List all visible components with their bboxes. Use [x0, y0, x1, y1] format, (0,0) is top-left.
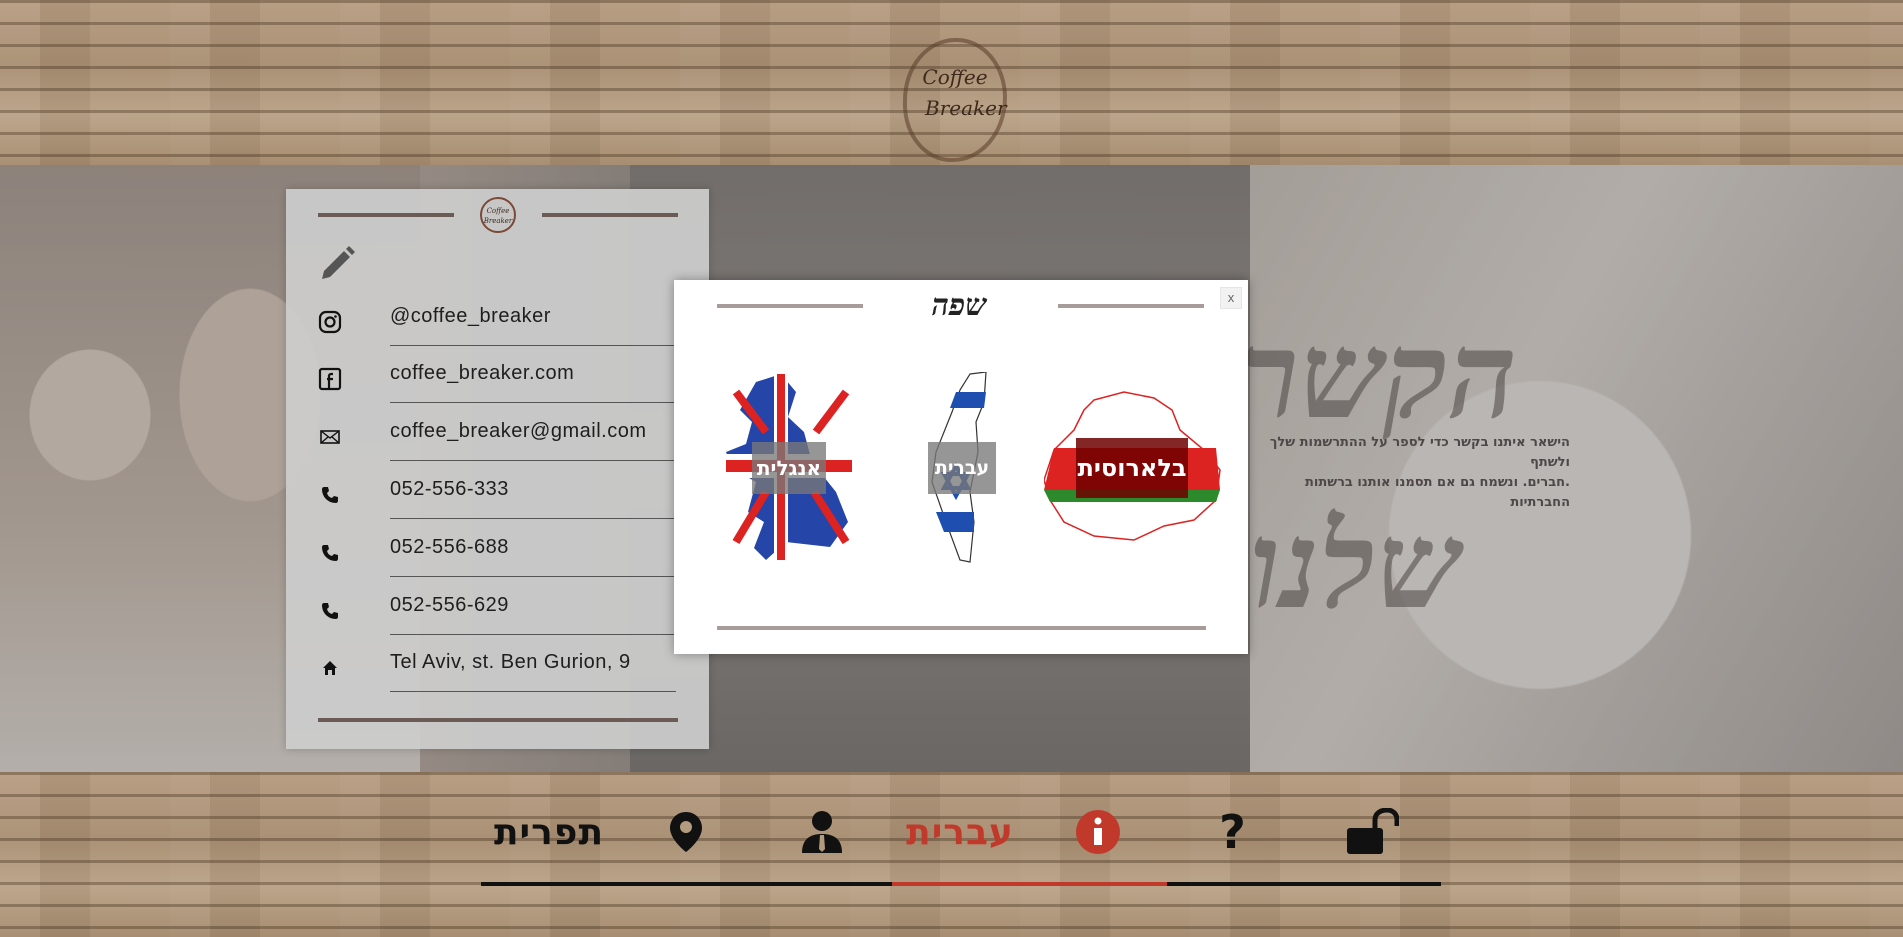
modal-divider-right — [1058, 304, 1204, 308]
row-divider — [390, 518, 676, 519]
language-option-english[interactable]: אנגלית — [726, 372, 852, 562]
logo-line-2: Breaker — [925, 96, 1007, 120]
header-bar: Coffee Breaker — [0, 0, 1903, 165]
contact-row-instagram[interactable]: @coffee_breaker — [286, 293, 709, 351]
mail-icon — [317, 424, 343, 450]
close-button[interactable]: x — [1220, 287, 1242, 309]
nav-language[interactable]: עברית — [906, 807, 1013, 857]
contact-row-phone-1[interactable]: 052-556-333 — [286, 466, 709, 524]
row-divider — [390, 345, 676, 346]
card-logo: Coffee Breaker — [480, 197, 516, 233]
nav-underline-active — [892, 882, 1167, 886]
nav-underline-left — [481, 882, 892, 886]
contact-row-phone-2[interactable]: 052-556-688 — [286, 524, 709, 582]
info-icon — [1076, 810, 1120, 854]
card-divider-left — [318, 213, 454, 217]
nav-location[interactable] — [664, 807, 708, 857]
language-option-hebrew[interactable]: עברית — [926, 372, 996, 564]
contact-text: 052-556-629 — [390, 594, 509, 616]
contact-row-email[interactable]: coffee_breaker@gmail.com — [286, 408, 709, 466]
card-logo-line-1: Coffee — [486, 207, 510, 215]
card-divider-right — [542, 213, 678, 217]
row-divider — [390, 634, 676, 635]
card-logo-line-2: Breaker — [483, 217, 513, 225]
phone-icon — [317, 540, 343, 566]
phone-icon — [317, 482, 343, 508]
contact-row-address[interactable]: Tel Aviv, st. Ben Gurion, 9 — [286, 639, 709, 697]
modal-title: שפה — [931, 288, 987, 323]
nav-info[interactable] — [1074, 807, 1122, 857]
contact-text: coffee_breaker@gmail.com — [390, 420, 647, 442]
language-label: בלארוסית — [1076, 438, 1188, 498]
row-divider — [390, 691, 676, 692]
facebook-icon — [317, 366, 343, 392]
nav-language-label: עברית — [906, 811, 1014, 853]
contact-text: @coffee_breaker — [390, 305, 551, 327]
nav-help[interactable]: ? — [1212, 805, 1254, 859]
contact-text: 052-556-688 — [390, 536, 509, 558]
contact-row-facebook[interactable]: coffee_breaker.com — [286, 350, 709, 408]
phone-icon — [317, 598, 343, 624]
contact-text: 052-556-333 — [390, 478, 509, 500]
instagram-icon — [317, 309, 343, 335]
logo-line-1: Coffee — [922, 65, 988, 89]
pencil-icon[interactable] — [318, 243, 358, 283]
nav-login[interactable] — [1344, 807, 1400, 857]
row-divider — [390, 576, 676, 577]
nav-menu-label: תפרית — [493, 811, 605, 853]
home-icon — [317, 655, 343, 681]
row-divider — [390, 460, 676, 461]
location-pin-icon — [670, 812, 702, 852]
contact-card: Coffee Breaker @coffee_breaker coffee_br… — [286, 189, 709, 749]
language-modal: שפה x אנגלית עברית בלארוסית — [674, 280, 1248, 654]
modal-divider-bottom — [717, 626, 1206, 630]
contact-text: Tel Aviv, st. Ben Gurion, 9 — [390, 651, 631, 673]
user-icon — [802, 811, 842, 853]
contact-text: coffee_breaker.com — [390, 362, 575, 384]
language-label: אנגלית — [752, 442, 826, 494]
language-option-belarusian[interactable]: בלארוסית — [1044, 390, 1222, 542]
nav-underline-right — [1167, 882, 1441, 886]
unlock-icon — [1347, 808, 1399, 854]
contact-row-phone-3[interactable]: 052-556-629 — [286, 582, 709, 640]
row-divider — [390, 402, 676, 403]
nav-account[interactable] — [798, 807, 846, 857]
card-divider-bottom — [318, 718, 678, 722]
modal-divider-left — [717, 304, 863, 308]
nav-menu[interactable]: תפרית — [493, 807, 605, 857]
language-label: עברית — [928, 442, 996, 494]
brand-logo[interactable]: Coffee Breaker — [903, 38, 1007, 162]
question-icon: ? — [1219, 805, 1247, 859]
